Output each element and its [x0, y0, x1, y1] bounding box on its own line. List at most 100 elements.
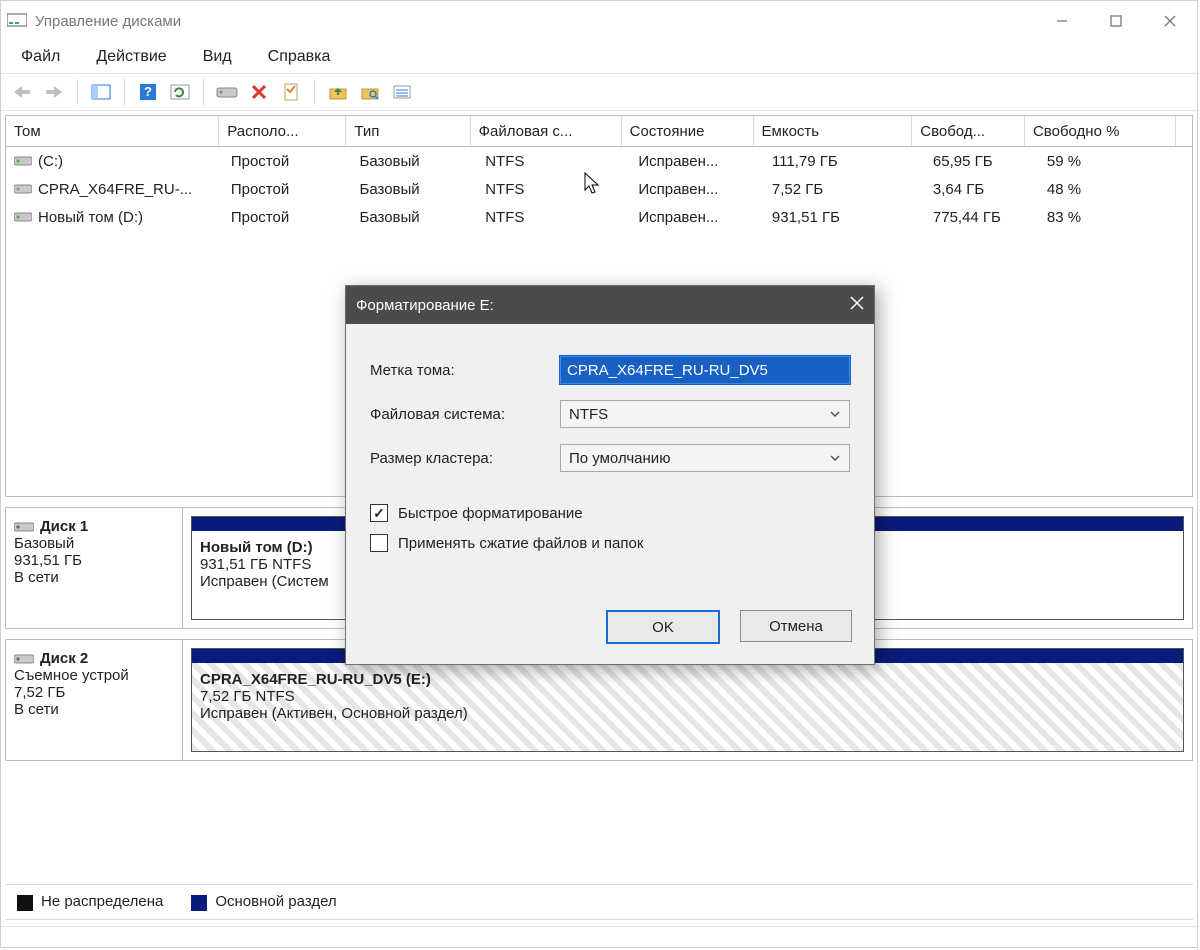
- quick-format-checkbox[interactable]: [370, 504, 388, 522]
- volume-row[interactable]: Новый том (D:) Простой Базовый NTFS Испр…: [6, 203, 1192, 231]
- toolbar: ?: [1, 74, 1197, 111]
- compress-label: Применять сжатие файлов и папок: [398, 535, 643, 552]
- col-filesystem[interactable]: Файловая с...: [471, 116, 622, 146]
- volume-free: 3,64 ГБ: [925, 175, 1039, 203]
- menubar: Файл Действие Вид Справка: [1, 41, 1197, 73]
- volume-list-header: Том Располо... Тип Файловая с... Состоян…: [6, 116, 1192, 147]
- volume-icon: [14, 183, 32, 195]
- partition-size: 7,52 ГБ NTFS: [200, 688, 1175, 705]
- volume-name: Новый том (D:): [38, 209, 143, 226]
- disk-size: 931,51 ГБ: [14, 552, 174, 569]
- quick-format-label: Быстрое форматирование: [398, 505, 583, 522]
- app-icon: [7, 12, 27, 30]
- format-dialog: Форматирование E: Метка тома: Файловая с…: [345, 285, 875, 665]
- volume-free: 775,44 ГБ: [925, 203, 1039, 231]
- cluster-size-select[interactable]: По умолчанию: [560, 444, 850, 472]
- chevron-down-icon: [829, 408, 841, 420]
- back-button[interactable]: [9, 79, 35, 105]
- volume-capacity: 111,79 ГБ: [764, 147, 925, 175]
- volume-layout: Простой: [223, 175, 352, 203]
- filesystem-value: NTFS: [569, 406, 608, 423]
- forward-button[interactable]: [41, 79, 67, 105]
- cancel-button[interactable]: Отмена: [740, 610, 852, 642]
- cluster-value: По умолчанию: [569, 450, 670, 467]
- menu-help[interactable]: Справка: [262, 44, 337, 70]
- menu-file[interactable]: Файл: [15, 44, 66, 70]
- col-spacer: [1176, 116, 1192, 146]
- partition-status: Исправен (Активен, Основной раздел): [200, 705, 1175, 722]
- statusbar: [1, 926, 1197, 947]
- volume-free-pct: 59 %: [1039, 147, 1192, 175]
- volume-capacity: 931,51 ГБ: [764, 203, 925, 231]
- volume-type: Базовый: [351, 203, 477, 231]
- label-filesystem: Файловая система:: [370, 406, 560, 423]
- close-button[interactable]: [1143, 1, 1197, 41]
- disk-icon: [14, 653, 34, 665]
- volume-row[interactable]: (C:) Простой Базовый NTFS Исправен... 11…: [6, 147, 1192, 175]
- legend-unallocated: Не распределена: [41, 893, 163, 910]
- dialog-title: Форматирование E:: [356, 297, 494, 314]
- partition-title: CPRA_X64FRE_RU-RU_DV5 (E:): [200, 671, 1175, 688]
- delete-button[interactable]: [246, 79, 272, 105]
- disk-label[interactable]: Диск 2 Съемное устрой 7,52 ГБ В сети: [6, 640, 183, 760]
- col-volume[interactable]: Том: [6, 116, 219, 146]
- swatch-unallocated: [17, 895, 33, 911]
- volume-icon: [14, 211, 32, 223]
- volume-row[interactable]: CPRA_X64FRE_RU-... Простой Базовый NTFS …: [6, 175, 1192, 203]
- titlebar: Управление дисками: [1, 1, 1197, 41]
- disk-name: Диск 2: [40, 650, 88, 667]
- col-state[interactable]: Состояние: [622, 116, 754, 146]
- ok-button[interactable]: OK: [606, 610, 720, 644]
- col-free[interactable]: Свобод...: [912, 116, 1025, 146]
- list-view-button[interactable]: [389, 79, 415, 105]
- properties-button[interactable]: [278, 79, 304, 105]
- disk-type: Съемное устрой: [14, 667, 174, 684]
- volume-name: (C:): [38, 153, 63, 170]
- col-capacity[interactable]: Емкость: [754, 116, 913, 146]
- disk-size: 7,52 ГБ: [14, 684, 174, 701]
- volume-label-input[interactable]: [560, 356, 850, 384]
- disk-status: В сети: [14, 701, 174, 718]
- volume-state: Исправен...: [630, 147, 764, 175]
- disk-label[interactable]: Диск 1 Базовый 931,51 ГБ В сети: [6, 508, 183, 628]
- legend: Не распределена Основной раздел: [5, 884, 1193, 920]
- col-layout[interactable]: Располо...: [219, 116, 346, 146]
- swatch-primary: [191, 895, 207, 911]
- volume-type: Базовый: [351, 147, 477, 175]
- folder-up-button[interactable]: [325, 79, 351, 105]
- col-free-pct[interactable]: Свободно %: [1025, 116, 1176, 146]
- volume-free: 65,95 ГБ: [925, 147, 1039, 175]
- col-type[interactable]: Тип: [346, 116, 470, 146]
- refresh-button[interactable]: [167, 79, 193, 105]
- compress-checkbox[interactable]: [370, 534, 388, 552]
- volume-free-pct: 83 %: [1039, 203, 1192, 231]
- volume-state: Исправен...: [630, 175, 764, 203]
- volume-fs: NTFS: [477, 147, 630, 175]
- dialog-titlebar: Форматирование E:: [346, 286, 874, 324]
- minimize-button[interactable]: [1035, 1, 1089, 41]
- window-title: Управление дисками: [35, 13, 181, 30]
- legend-primary: Основной раздел: [215, 893, 336, 910]
- volume-name: CPRA_X64FRE_RU-...: [38, 181, 192, 198]
- volume-fs: NTFS: [477, 175, 630, 203]
- volume-free-pct: 48 %: [1039, 175, 1192, 203]
- layout-button[interactable]: [88, 79, 114, 105]
- help-button[interactable]: ?: [135, 79, 161, 105]
- volume-icon: [14, 155, 32, 167]
- search-folder-button[interactable]: [357, 79, 383, 105]
- volume-fs: NTFS: [477, 203, 630, 231]
- filesystem-select[interactable]: NTFS: [560, 400, 850, 428]
- dialog-close-button[interactable]: [850, 296, 864, 314]
- volume-state: Исправен...: [630, 203, 764, 231]
- menu-view[interactable]: Вид: [197, 44, 238, 70]
- maximize-button[interactable]: [1089, 1, 1143, 41]
- disk-type: Базовый: [14, 535, 174, 552]
- volume-layout: Простой: [223, 147, 352, 175]
- menu-action[interactable]: Действие: [90, 44, 172, 70]
- disk-icon-button[interactable]: [214, 79, 240, 105]
- volume-layout: Простой: [223, 203, 352, 231]
- svg-text:?: ?: [144, 84, 152, 99]
- label-cluster: Размер кластера:: [370, 450, 560, 467]
- volume-capacity: 7,52 ГБ: [764, 175, 925, 203]
- disk-status: В сети: [14, 569, 174, 586]
